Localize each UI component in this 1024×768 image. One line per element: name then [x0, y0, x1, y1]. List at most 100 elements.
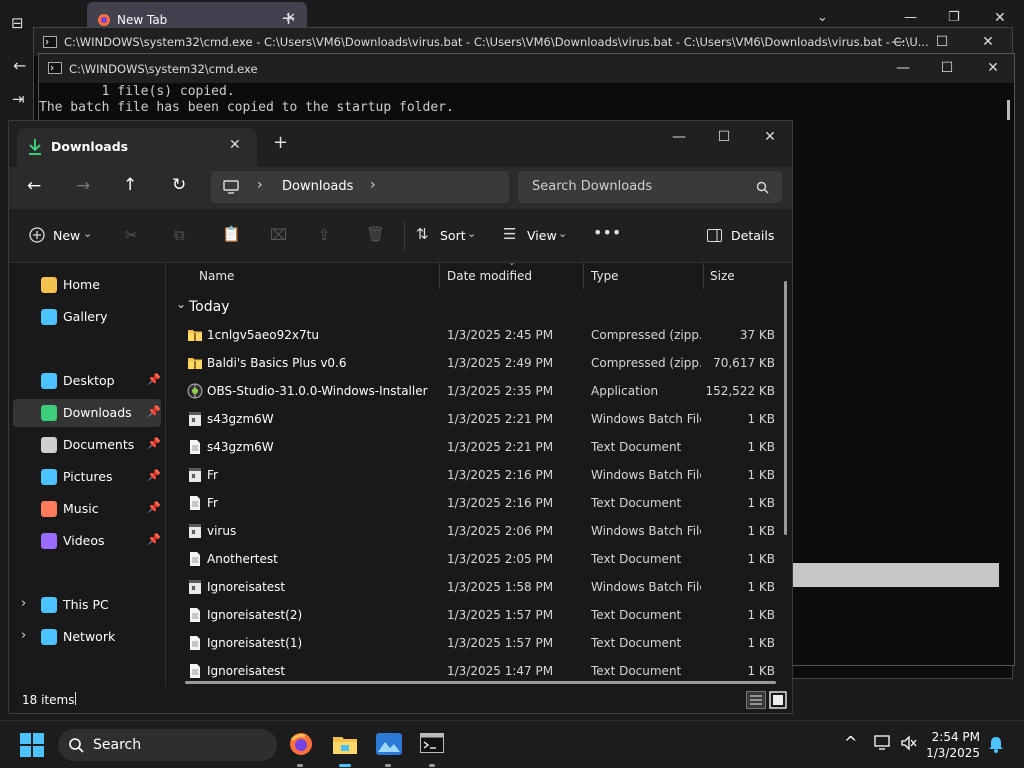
- search-box[interactable]: Search Downloads: [518, 171, 782, 203]
- more-options-icon[interactable]: •••: [593, 223, 621, 242]
- explorer-tab[interactable]: Downloads ✕: [17, 128, 257, 167]
- cut-icon[interactable]: ✂: [125, 226, 138, 244]
- sidebar-item-videos[interactable]: Videos 📌: [13, 527, 161, 555]
- cmd-title-bar[interactable]: C:\WINDOWS\system32\cmd.exe — ☐ ✕: [39, 54, 1014, 83]
- sidebar-item-music[interactable]: Music 📌: [13, 495, 161, 523]
- address-bar[interactable]: › Downloads ›: [211, 171, 509, 203]
- forward-icon[interactable]: →: [76, 176, 90, 196]
- group-header-today[interactable]: Today: [189, 299, 230, 315]
- cmd-title-bar[interactable]: C:\WINDOWS\system32\cmd.exe - C:\Users\V…: [34, 28, 1012, 56]
- maximize-icon[interactable]: ☐: [934, 34, 950, 50]
- paste-icon[interactable]: 📋: [222, 225, 241, 243]
- file-size: 1 KB: [747, 412, 775, 426]
- rename-icon[interactable]: ⌧: [270, 226, 287, 244]
- file-row[interactable]: Fr 1/3/2025 2:16 PM Text Document 1 KB: [167, 489, 779, 517]
- command-prompt-icon[interactable]: [420, 733, 444, 753]
- new-tab-icon[interactable]: +: [281, 8, 296, 29]
- column-header-size[interactable]: Size: [710, 269, 735, 283]
- sidebar-item-gallery[interactable]: Gallery: [13, 303, 161, 331]
- sidebar-item-home[interactable]: Home: [13, 271, 161, 299]
- back-icon[interactable]: ←: [27, 176, 41, 196]
- show-hidden-icons-chevron[interactable]: ^: [844, 733, 857, 752]
- new-tab-icon[interactable]: +: [273, 132, 288, 153]
- column-header-name[interactable]: Name: [199, 269, 234, 283]
- close-icon[interactable]: ✕: [980, 34, 996, 50]
- taskbar-search[interactable]: Search: [58, 729, 277, 761]
- breadcrumb-chevron-icon[interactable]: ›: [370, 177, 376, 193]
- minimize-icon[interactable]: —: [890, 34, 906, 50]
- file-row[interactable]: s43gzm6W 1/3/2025 2:21 PM Windows Batch Fi…: [167, 405, 779, 433]
- vertical-scrollbar[interactable]: [784, 281, 787, 535]
- file-row[interactable]: Ignoreisatest(1) 1/3/2025 1:57 PM Text Doc…: [167, 629, 779, 657]
- sidebar-item-network[interactable]: › Network: [13, 623, 161, 651]
- copy-icon[interactable]: ⧉: [174, 226, 185, 244]
- large-icons-view-icon[interactable]: [769, 691, 787, 709]
- column-header-type[interactable]: Type: [591, 269, 619, 283]
- sort-button[interactable]: Sort: [440, 228, 466, 243]
- clock[interactable]: 2:54 PM 1/3/2025: [926, 729, 980, 761]
- sign-in-icon[interactable]: ⇥: [12, 90, 25, 108]
- minimize-icon[interactable]: —: [904, 10, 917, 25]
- file-row[interactable]: Baldi's Basics Plus v0.6 1/3/2025 2:49 PM…: [167, 349, 779, 377]
- txt-file-icon: [190, 552, 200, 566]
- file-row[interactable]: 1cnlgv5aeo92x7tu 1/3/2025 2:45 PM Compress…: [167, 321, 779, 349]
- file-type: Text Document: [591, 552, 682, 566]
- chevron-down-icon[interactable]: ⌄: [817, 10, 828, 25]
- file-row[interactable]: s43gzm6W 1/3/2025 2:21 PM Text Document 1 K…: [167, 433, 779, 461]
- breadcrumb-downloads[interactable]: Downloads: [282, 179, 353, 194]
- minimize-icon[interactable]: —: [671, 129, 687, 145]
- file-row[interactable]: Ignoreisatest(2) 1/3/2025 1:57 PM Text Doc…: [167, 601, 779, 629]
- sidebar-item-desktop[interactable]: Desktop 📌: [13, 367, 161, 395]
- sidebar-item-pictures[interactable]: Pictures 📌: [13, 463, 161, 491]
- file-date: 1/3/2025 1:47 PM: [447, 664, 554, 678]
- share-icon[interactable]: ⇪: [318, 226, 331, 244]
- sidebar-item-documents[interactable]: Documents 📌: [13, 431, 161, 459]
- close-icon[interactable]: ✕: [985, 60, 1001, 76]
- file-row[interactable]: Anothertest 1/3/2025 2:05 PM Text Document…: [167, 545, 779, 573]
- file-row[interactable]: Fr 1/3/2025 2:16 PM Windows Batch File 1 KB: [167, 461, 779, 489]
- notification-bell-icon[interactable]: [988, 735, 1004, 753]
- close-icon[interactable]: ✕: [229, 137, 241, 153]
- sidebar-item-downloads[interactable]: Downloads 📌: [13, 399, 161, 427]
- file-row[interactable]: Ignoreisatest 1/3/2025 1:58 PM Windows Bat…: [167, 573, 779, 601]
- file-row[interactable]: OBS-Studio-31.0.0-Windows-Installer 1/3/2…: [167, 377, 779, 405]
- close-icon[interactable]: ✕: [994, 10, 1006, 26]
- file-type: Text Document: [591, 664, 682, 678]
- start-icon[interactable]: [20, 733, 44, 757]
- search-input[interactable]: Search Downloads: [532, 179, 652, 194]
- breadcrumb-chevron-icon[interactable]: ›: [257, 177, 263, 193]
- horizontal-scrollbar[interactable]: [185, 681, 776, 684]
- chevron-down-icon[interactable]: ⌄: [176, 297, 186, 311]
- browser-tab-title: New Tab: [117, 13, 168, 27]
- details-button[interactable]: Details: [731, 228, 774, 243]
- column-header-date[interactable]: Date modified: [447, 269, 532, 283]
- maximize-icon[interactable]: ☐: [939, 60, 955, 76]
- column-divider[interactable]: [439, 263, 440, 289]
- network-status-icon[interactable]: [874, 735, 892, 751]
- volume-muted-icon[interactable]: [900, 735, 918, 751]
- column-divider[interactable]: [583, 263, 584, 289]
- close-icon[interactable]: ✕: [762, 129, 778, 145]
- file-explorer-icon[interactable]: [332, 733, 358, 755]
- up-icon[interactable]: ↑: [123, 175, 137, 195]
- file-row[interactable]: virus 1/3/2025 2:06 PM Windows Batch File 1…: [167, 517, 779, 545]
- restore-icon[interactable]: ❐: [948, 10, 960, 25]
- tab-manager-icon[interactable]: ⊟: [11, 14, 24, 32]
- sidebar-item-label: Pictures: [63, 469, 113, 484]
- file-explorer-window[interactable]: Downloads ✕ + — ☐ ✕ ← → ↑ ↻ › Downloads …: [8, 120, 793, 714]
- details-view-icon[interactable]: [746, 691, 766, 709]
- firefox-icon[interactable]: [289, 732, 313, 756]
- maximize-icon[interactable]: ☐: [716, 129, 732, 145]
- column-divider[interactable]: [703, 263, 704, 289]
- new-button[interactable]: New: [53, 228, 80, 243]
- expand-chevron-icon[interactable]: ›: [21, 596, 26, 611]
- back-icon[interactable]: ←: [13, 56, 26, 75]
- refresh-icon[interactable]: ↻: [172, 175, 186, 195]
- sidebar-item-this-pc[interactable]: › This PC: [13, 591, 161, 619]
- view-button[interactable]: View: [527, 228, 557, 243]
- delete-icon[interactable]: 🗑: [366, 225, 385, 243]
- expand-chevron-icon[interactable]: ›: [21, 628, 26, 643]
- scrollbar-thumb[interactable]: [1007, 100, 1010, 120]
- photos-icon[interactable]: [376, 733, 402, 755]
- minimize-icon[interactable]: —: [895, 60, 911, 76]
